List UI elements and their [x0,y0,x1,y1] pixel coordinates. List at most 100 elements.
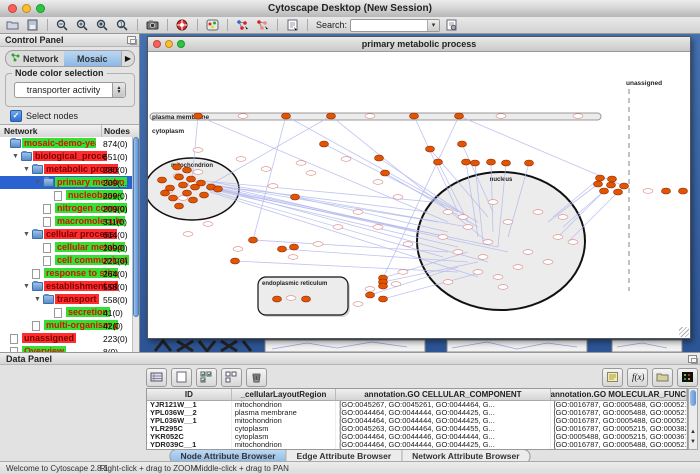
network-node[interactable] [291,194,300,200]
tree-scrollbar-thumb[interactable] [133,137,139,317]
tree-row[interactable]: multi-organism pro42(0) [0,319,132,332]
network-node[interactable] [608,176,617,182]
network-node[interactable] [462,159,471,165]
network-node[interactable] [614,189,623,195]
snapshot-camera-icon[interactable] [144,18,161,32]
table-row[interactable]: YKR052Ccytoplasm[GO:0044464, GO:0044446,… [147,433,687,441]
network-node[interactable] [679,188,688,194]
tree-row[interactable]: macromolecule311(0) [0,215,132,228]
vizmapper-icon[interactable] [204,18,221,32]
network-node[interactable] [662,188,671,194]
network-node[interactable] [290,244,299,250]
tree-row[interactable]: mosaic-demo-yeast874(0) [0,137,132,150]
network-canvas[interactable]: plasma membranecytoplasmmitochondrionnuc… [148,52,690,338]
network-node[interactable] [327,113,336,119]
tree-row[interactable]: ▼transport558(0) [0,293,132,306]
zoom-in-icon[interactable] [74,18,91,32]
network-node[interactable] [379,283,388,289]
network-node[interactable] [302,296,311,302]
network-node[interactable] [375,155,384,161]
float-data-panel-icon[interactable] [688,355,697,363]
network-node[interactable] [183,167,192,173]
float-panel-icon[interactable] [127,36,136,44]
network-node[interactable] [502,160,511,166]
network-node[interactable] [231,258,240,264]
expand-arrow-icon[interactable]: ▼ [12,153,19,160]
network-node[interactable] [410,113,419,119]
select-first-neighbors-icon[interactable] [234,18,251,32]
network-node[interactable] [249,237,258,243]
network-node[interactable] [381,170,390,176]
network-node[interactable] [320,141,329,147]
network-node[interactable] [278,246,287,252]
expand-arrow-icon[interactable]: ▼ [34,296,41,303]
network-node[interactable] [187,176,196,182]
search-options-icon[interactable] [443,18,460,32]
tree-row[interactable]: ▼biological_process651(0) [0,150,132,163]
tab-overflow-arrow-icon[interactable]: ▶ [121,51,134,66]
label-notes-icon[interactable] [602,368,623,387]
network-node[interactable] [158,177,167,183]
network-node[interactable] [273,296,282,302]
tree-scrollbar[interactable] [132,137,139,352]
network-node[interactable] [200,192,209,198]
network-node[interactable] [471,160,480,166]
table-scrollbar[interactable]: ▲ ▼ [688,388,698,450]
tree-row[interactable]: ▼metabolic process280(0) [0,163,132,176]
network-node[interactable] [173,164,182,170]
unselect-attributes-icon[interactable] [221,368,242,387]
tree-row[interactable]: cell communicat221(0) [0,254,132,267]
zoom-out-icon[interactable] [54,18,71,32]
table-row[interactable]: YPL036W__1mitochondrion[GO:0044464, GO:0… [147,417,687,425]
tree-row[interactable]: nucleobase-209(0) [0,189,132,202]
tree-row[interactable]: ▼cellular process614(0) [0,228,132,241]
tree-column-network[interactable]: Network [0,125,102,137]
open-file-icon[interactable] [4,18,21,32]
network-node[interactable] [175,174,184,180]
tree-row[interactable]: ▼primary metabo209(... [0,176,132,189]
tree-row[interactable]: nitrogen compo209(0) [0,202,132,215]
column-header[interactable]: annotation.GO MOLECULAR_FUNCTION [551,389,688,400]
network-node[interactable] [194,113,203,119]
help-lifesaver-icon[interactable] [174,18,191,32]
scroll-down-icon[interactable]: ▼ [689,439,697,445]
node-color-dropdown[interactable]: transporter activity ▲▼ [14,82,126,98]
select-attributes-icon[interactable] [196,368,217,387]
tab-network[interactable]: Network [6,51,64,66]
search-input[interactable]: ▾ [350,19,440,32]
table-scrollbar-thumb[interactable] [690,390,696,406]
network-node[interactable] [169,195,178,201]
network-node[interactable] [525,160,534,166]
import-attributes-icon[interactable] [652,368,673,387]
annotation-icon[interactable] [284,18,301,32]
resize-grip[interactable] [679,327,689,337]
select-nodes-checkbox[interactable]: ✓ Select nodes [10,110,78,122]
attribute-matrix-icon[interactable] [677,368,698,387]
zoom-fit-icon[interactable]: 1 [114,18,131,32]
tree-row[interactable]: Overview8(0) [0,345,132,352]
tree-row[interactable]: ▼establishment of lo558(0) [0,280,132,293]
network-node[interactable] [620,183,629,189]
save-icon[interactable] [24,18,41,32]
network-node[interactable] [596,175,605,181]
tree-row[interactable]: secretion41(0) [0,306,132,319]
network-node[interactable] [161,190,170,196]
expand-arrow-icon[interactable]: ▼ [34,179,41,186]
network-node[interactable] [594,181,603,187]
tree-row[interactable]: cellular metabo209(0) [0,241,132,254]
network-node[interactable] [282,113,291,119]
network-node[interactable] [214,186,223,192]
network-node[interactable] [175,203,184,209]
network-node[interactable] [607,182,616,188]
network-node[interactable] [600,188,609,194]
network-node[interactable] [179,182,188,188]
tab-mosaic[interactable]: Mosaic [64,51,122,66]
table-row[interactable]: YJR121W__1mitochondrion[GO:0045267, GO:0… [147,401,687,409]
expand-arrow-icon[interactable]: ▼ [23,231,30,238]
tree-row[interactable]: unassigned223(0) [0,332,132,345]
network-node[interactable] [189,197,198,203]
new-attribute-icon[interactable] [171,368,192,387]
network-node[interactable] [458,141,467,147]
network-node[interactable] [455,113,464,119]
column-header[interactable]: annotation.GO CELLULAR_COMPONENT [336,389,550,400]
